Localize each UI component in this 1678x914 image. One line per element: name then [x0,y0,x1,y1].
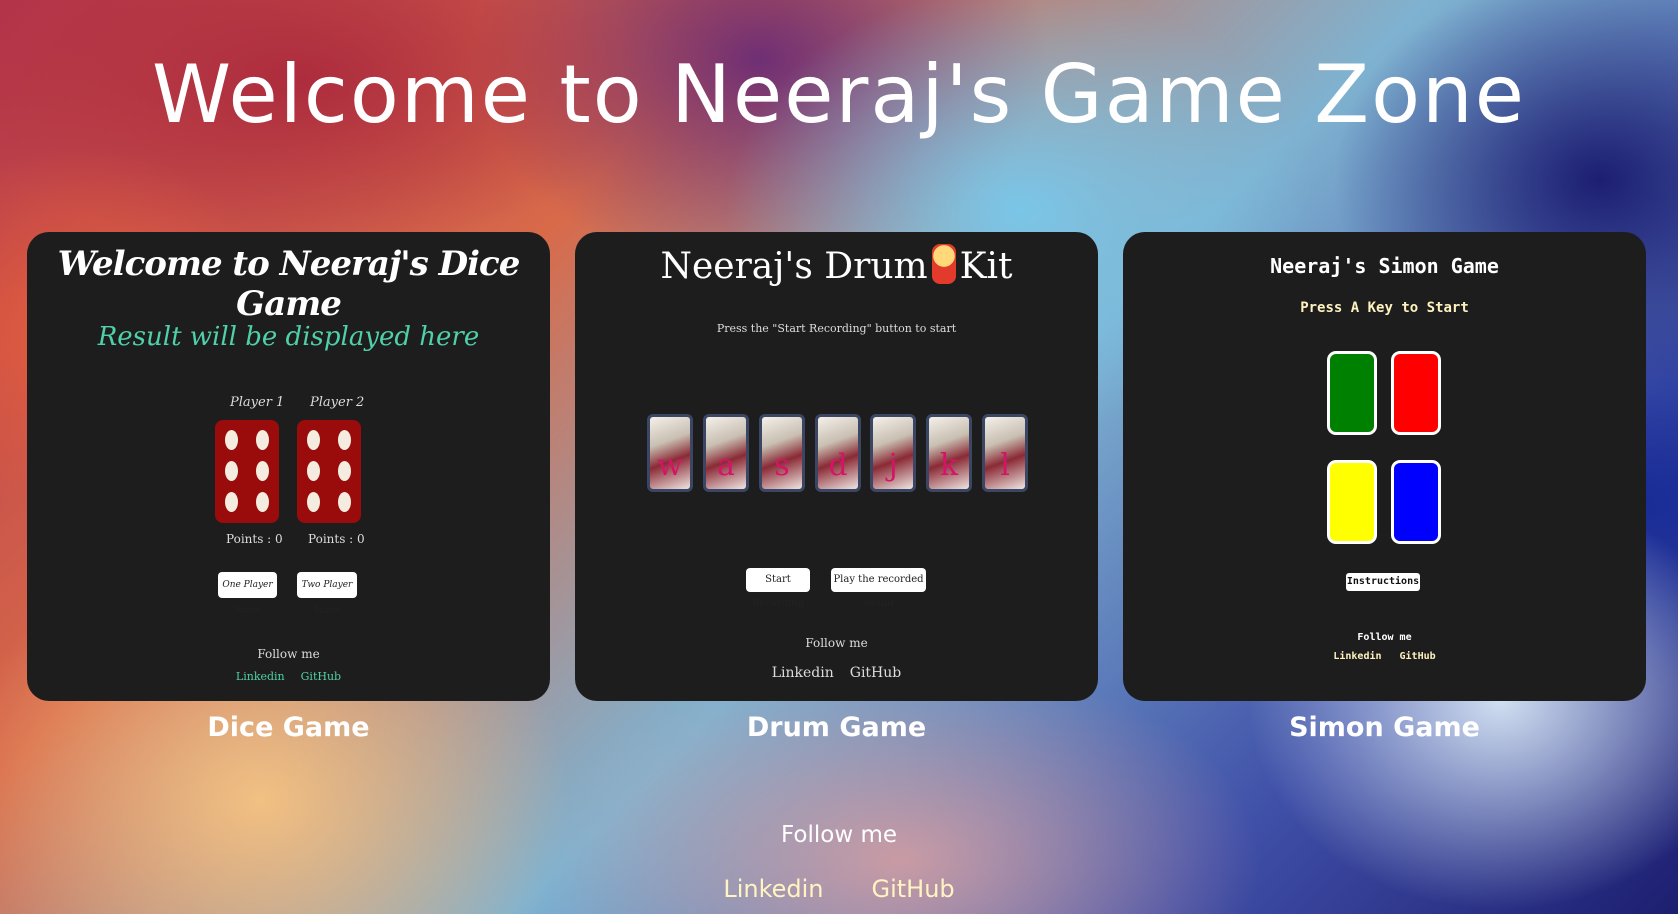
drum-instruction: Press the "Start Recording" button to st… [716,322,957,335]
dice-social-links: Linkedin GitHub [27,670,550,683]
page-title: Welcome to Neeraj's Game Zone [152,48,1526,141]
two-player-mode-button[interactable]: Two Player Mode [297,572,357,616]
simon-red-button[interactable] [1391,351,1441,435]
drum-key-label: k [939,448,959,483]
simon-start-prompt: Press A Key to Start [1300,300,1469,316]
player-1-label: Player 1 [230,395,285,410]
simon-github-link[interactable]: GitHub [1400,651,1436,662]
drum-key-label: d [828,448,848,483]
die-pip [256,430,269,450]
simon-follow-me: Follow me [1357,632,1412,643]
play-recorded-sound-button[interactable]: Play the recorded sound [831,568,926,609]
player-1-die [215,420,279,523]
drum-game-label[interactable]: Drum Game [575,712,1098,743]
dice-follow-me: Follow me [257,647,320,661]
drum-linkedin-link[interactable]: Linkedin [772,665,834,681]
drum-github-link[interactable]: GitHub [850,665,901,681]
drum-key-label: s [774,448,790,483]
drum-game-card[interactable]: Neeraj's Drum Kit Press the "Start Record… [575,232,1098,701]
drum-key-w[interactable]: w [647,414,693,492]
die-pip [338,461,351,481]
simon-game-label[interactable]: Simon Game [1123,712,1646,743]
drum-key-label: a [717,448,735,483]
drum-key-label: w [657,448,683,483]
drum-key-d[interactable]: d [815,414,861,492]
dice-game-card[interactable]: Welcome to Neeraj's Dice Game Result wil… [27,232,550,701]
dice-game-label[interactable]: Dice Game [27,712,550,743]
drum-key-label: j [888,448,898,483]
drum-card-title: Neeraj's Drum Kit [575,244,1098,287]
footer-github-link[interactable]: GitHub [872,875,955,903]
drum-key-s[interactable]: s [759,414,805,492]
die-pip [338,492,351,512]
simon-card-title: Neeraj's Simon Game [1270,254,1499,278]
drum-title-left: Neeraj's Drum [660,246,928,287]
one-player-mode-button[interactable]: One Player Mode [218,572,277,616]
dice-result-text: Result will be displayed here [97,322,480,352]
start-recording-button[interactable]: Start Recording [746,568,810,609]
dice-card-title: Welcome to Neeraj's Dice Game [57,244,521,324]
die-pip [338,430,351,450]
die-pip [225,430,238,450]
die-pip [256,492,269,512]
simon-green-button[interactable] [1327,351,1377,435]
die-pip [225,492,238,512]
drum-emoji-icon [931,244,956,284]
footer-social-links: Linkedin GitHub [0,875,1678,903]
die-pip [256,461,269,481]
drum-key-k[interactable]: k [926,414,972,492]
drum-key-j[interactable]: j [870,414,916,492]
simon-yellow-button[interactable] [1327,460,1377,544]
footer-linkedin-link[interactable]: Linkedin [723,875,823,903]
die-pip [225,461,238,481]
die-pip [307,430,320,450]
simon-game-card[interactable]: Neeraj's Simon Game Press A Key to Start… [1123,232,1646,701]
drum-key-l[interactable]: l [982,414,1028,492]
player-2-die [297,420,361,523]
drum-key-a[interactable]: a [703,414,749,492]
drum-follow-me: Follow me [805,636,868,650]
footer-follow-me: Follow me [780,822,897,848]
die-pip [307,461,320,481]
die-pip [307,492,320,512]
simon-social-links: Linkedin GitHub [1123,651,1646,662]
dice-github-link[interactable]: GitHub [301,670,341,683]
player-2-points: Points : 0 [308,532,365,546]
simon-blue-button[interactable] [1391,460,1441,544]
drum-title-right: Kit [959,246,1013,287]
simon-linkedin-link[interactable]: Linkedin [1333,651,1381,662]
player-1-points: Points : 0 [226,532,283,546]
player-2-label: Player 2 [310,395,365,410]
drum-social-links: Linkedin GitHub [575,665,1098,681]
dice-linkedin-link[interactable]: Linkedin [236,670,285,683]
drum-key-label: l [1000,448,1010,483]
simon-instructions-button[interactable]: Instructions [1346,573,1420,591]
